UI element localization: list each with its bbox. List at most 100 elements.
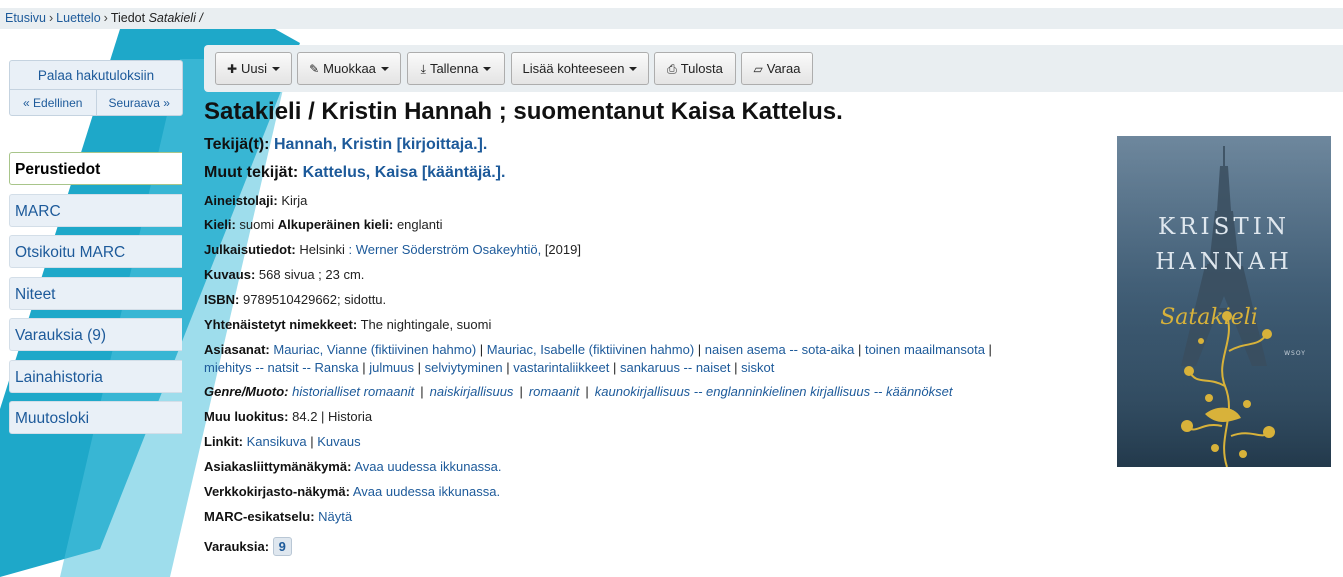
publisher-link[interactable]: : Werner Söderström Osakeyhtiö, <box>349 242 542 257</box>
caret-down-icon <box>629 67 638 71</box>
other-authors-line: Muut tekijät: Kattelus, Kaisa [kääntäjä.… <box>204 164 505 182</box>
classification-value: 84.2 | Historia <box>292 409 373 424</box>
previous-link[interactable]: « Edellinen <box>10 90 97 116</box>
place-hold-button[interactable]: ▱ Varaa <box>741 52 813 85</box>
pencil-icon: ✎ <box>309 62 320 76</box>
author-link[interactable]: Hannah, Kristin [kirjoittaja.]. <box>274 136 487 153</box>
subjects-field: Asiasanat: Mauriac, Vianne (fiktiivinen … <box>204 342 992 357</box>
web-library-field: Verkkokirjasto-näkymä: Avaa uudessa ikku… <box>204 484 500 499</box>
save-button-label: Tallenna <box>429 61 479 76</box>
sticky-note-icon: ▱ <box>753 62 763 76</box>
subject-link[interactable]: naisen asema -- sota-aika <box>705 342 855 357</box>
material-type-value: Kirja <box>281 193 308 208</box>
links-field: Linkit: Kansikuva | Kuvaus <box>204 434 361 449</box>
breadcrumb-catalog-link[interactable]: Luettelo <box>56 11 100 25</box>
holds-label: Varauksia: <box>204 539 270 554</box>
subject-link[interactable]: Mauriac, Isabelle (fiktiivinen hahmo) <box>487 342 694 357</box>
description-value: 568 sivua ; 23 cm. <box>258 267 365 282</box>
genre-field: Genre/Muoto: historialliset romaanit | nai… <box>204 384 953 399</box>
genre-link[interactable]: naiskirjallisuus <box>430 384 514 399</box>
links-label: Linkit: <box>204 434 243 449</box>
language-label: Kieli: <box>204 217 236 232</box>
print-icon: ⎙ <box>667 62 677 76</box>
isbn-field: ISBN: 9789510429662; sidottu. <box>204 292 386 307</box>
subject-link[interactable]: miehitys -- natsit -- Ranska <box>204 360 359 375</box>
toolbar: ✚ Uusi ✎ Muokkaa ⤓ Tallenna Lisää kohteesee… <box>204 45 1343 92</box>
holds-field: Varauksia: 9 <box>204 537 292 556</box>
original-language-value: englanti <box>396 217 443 232</box>
add-to-button-label: Lisää kohteeseen <box>522 61 625 76</box>
isbn-label: ISBN: <box>204 292 240 307</box>
breadcrumb: Etusivu › Luettelo › Tiedot Satakieli / <box>0 8 1343 29</box>
marc-preview-field: MARC-esikatselu: Näytä <box>204 509 352 524</box>
breadcrumb-home-link[interactable]: Etusivu <box>5 11 46 25</box>
tab-holds[interactable]: Varauksia (9) <box>9 318 182 351</box>
cover-publisher: WSOY <box>1284 350 1306 357</box>
download-icon: ⤓ <box>420 62 426 76</box>
material-type-field: Aineistolaji: Kirja <box>204 193 307 208</box>
subject-link[interactable]: siskot <box>741 360 774 375</box>
description-field: Kuvaus: 568 sivua ; 23 cm. <box>204 267 364 282</box>
caret-down-icon <box>380 67 389 71</box>
opac-view-field: Asiakasliittymänäkymä: Avaa uudessa ikku… <box>204 459 502 474</box>
subjects-label: Asiasanat: <box>204 342 270 357</box>
breadcrumb-details: Tiedot <box>110 11 146 25</box>
holds-count-badge[interactable]: 9 <box>272 537 292 556</box>
isbn-value: 9789510429662; sidottu. <box>243 292 387 307</box>
cover-author-last: HANNAH <box>1155 249 1293 275</box>
caret-down-icon <box>483 67 492 71</box>
original-language-label: Alkuperäinen kieli: <box>277 217 394 232</box>
publication-label: Julkaisutiedot: <box>204 242 296 257</box>
genre-link[interactable]: historialliset romaanit <box>292 384 414 399</box>
plus-icon: ✚ <box>226 62 238 76</box>
subject-link[interactable]: julmuus <box>369 360 414 375</box>
opac-view-link[interactable]: Avaa uudessa ikkunassa. <box>354 459 501 474</box>
record-title: Satakieli / Kristin Hannah ; suomentanut… <box>204 98 843 125</box>
tab-labeled-marc[interactable]: Otsikoitu MARC <box>9 235 182 268</box>
cover-link[interactable]: Kansikuva <box>247 434 307 449</box>
marc-preview-link[interactable]: Näytä <box>318 509 352 524</box>
uniform-title-label: Yhtenäistetyt nimekkeet: <box>204 317 358 332</box>
subject-link[interactable]: selviytyminen <box>425 360 503 375</box>
breadcrumb-separator: › <box>49 11 54 25</box>
tab-modification-log[interactable]: Muutosloki <box>9 401 182 434</box>
place-hold-button-label: Varaa <box>766 61 801 76</box>
subject-link[interactable]: vastarintaliikkeet <box>513 360 609 375</box>
edit-button-label: Muokkaa <box>323 61 376 76</box>
record-details: Satakieli / Kristin Hannah ; suomentanut… <box>204 98 1104 556</box>
cover-title: Satakieli <box>1160 305 1258 330</box>
description-link[interactable]: Kuvaus <box>317 434 360 449</box>
publication-year: [2019] <box>544 242 581 257</box>
other-author-link[interactable]: Kattelus, Kaisa [kääntäjä.]. <box>303 164 506 181</box>
tab-basic-info[interactable]: Perustiedot <box>9 152 182 185</box>
next-link[interactable]: Seuraava » <box>97 90 183 116</box>
breadcrumb-separator: › <box>103 11 108 25</box>
new-button[interactable]: ✚ Uusi <box>215 52 292 85</box>
book-cover-image[interactable]: KRISTIN HANNAH Satakieli WSOY <box>1117 136 1331 467</box>
save-button[interactable]: ⤓ Tallenna <box>407 52 505 85</box>
language-field: Kieli: suomi Alkuperäinen kieli: englant… <box>204 217 443 232</box>
subject-link[interactable]: Mauriac, Vianne (fiktiivinen hahmo) <box>273 342 476 357</box>
subject-link[interactable]: toinen maailmansota <box>865 342 985 357</box>
record-tabs: Perustiedot MARC Otsikoitu MARC Niteet V… <box>9 152 182 443</box>
material-type-label: Aineistolaji: <box>204 193 278 208</box>
classification-label: Muu luokitus: <box>204 409 289 424</box>
print-button-label: Tulosta <box>680 61 723 76</box>
subject-link[interactable]: sankaruus -- naiset <box>620 360 731 375</box>
author-label: Tekijä(t): <box>204 136 270 153</box>
tab-marc[interactable]: MARC <box>9 193 182 227</box>
edit-button[interactable]: ✎ Muokkaa <box>297 52 401 85</box>
other-authors-label: Muut tekijät: <box>204 164 299 181</box>
add-to-button[interactable]: Lisää kohteeseen <box>511 52 649 85</box>
marc-preview-label: MARC-esikatselu: <box>204 509 315 524</box>
genre-link[interactable]: kaunokirjallisuus -- englanninkielinen k… <box>595 384 953 399</box>
opac-view-label: Asiakasliittymänäkymä: <box>204 459 352 474</box>
tab-items[interactable]: Niteet <box>9 276 182 310</box>
print-button[interactable]: ⎙ Tulosta <box>654 52 736 85</box>
genre-link[interactable]: romaanit <box>529 384 580 399</box>
search-results-nav: Palaa hakutuloksiin « Edellinen Seuraava… <box>9 60 183 116</box>
back-to-results-link[interactable]: Palaa hakutuloksiin <box>10 61 182 90</box>
web-library-link[interactable]: Avaa uudessa ikkunassa. <box>353 484 500 499</box>
tab-checkout-history[interactable]: Lainahistoria <box>9 359 182 393</box>
prev-next-nav: « Edellinen Seuraava » <box>10 90 182 116</box>
